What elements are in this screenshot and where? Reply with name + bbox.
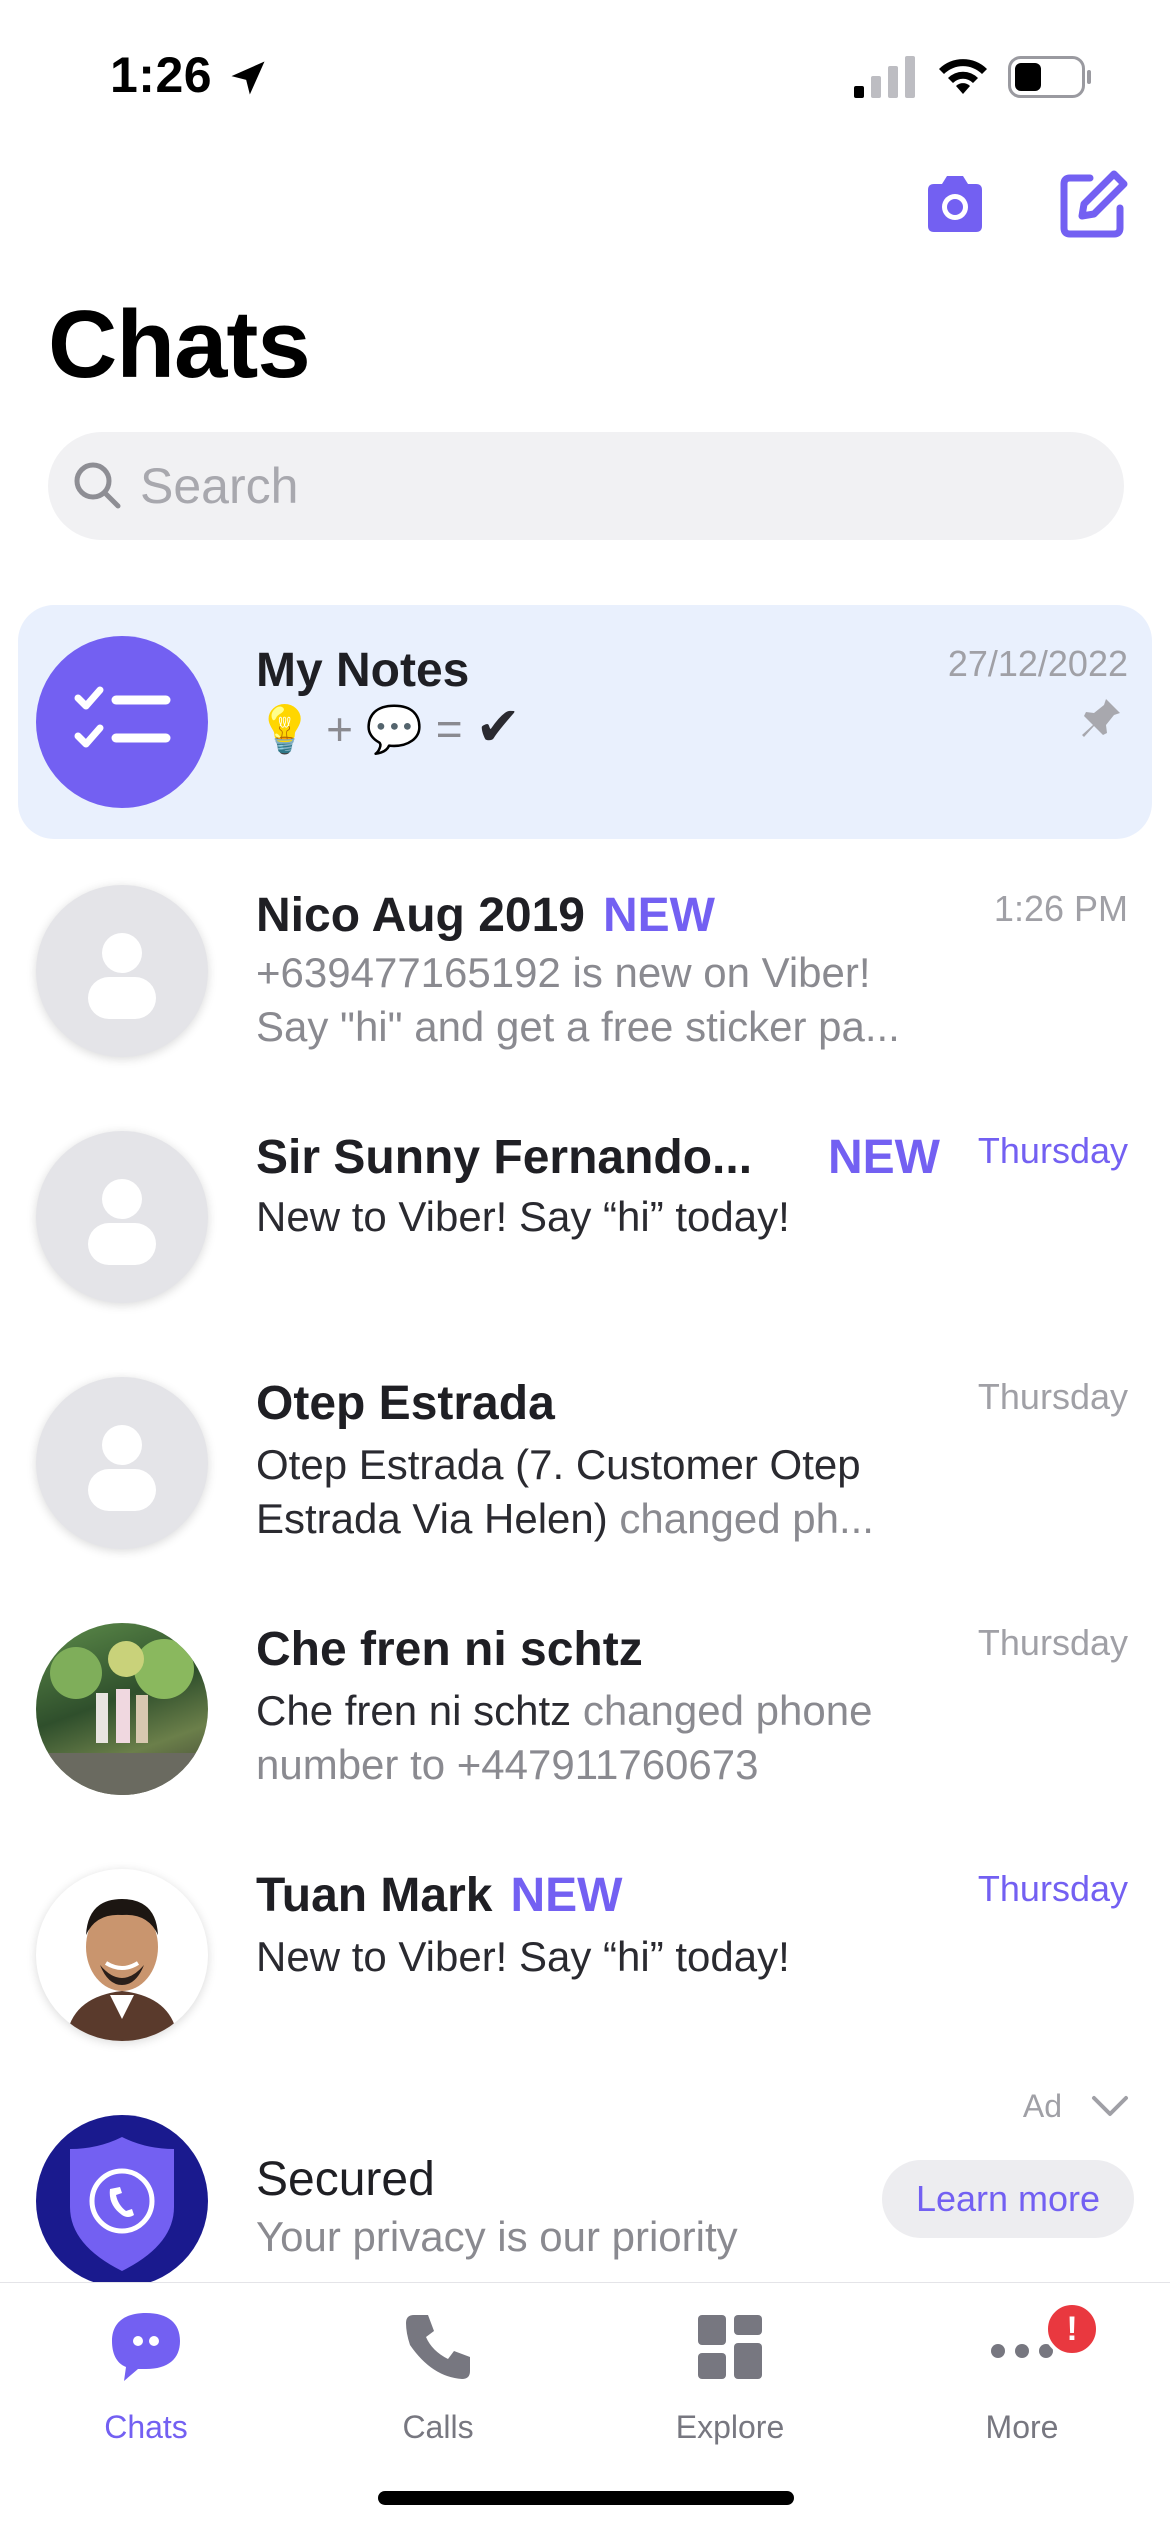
tab-bar: Chats Calls Explore ! More bbox=[0, 2282, 1170, 2532]
battery-icon bbox=[1008, 56, 1091, 98]
preview-actor: Che fren ni schtz bbox=[256, 1687, 572, 1734]
preview-line: Say "hi" and get a free sticker pa... bbox=[256, 1003, 900, 1050]
group-photo-image bbox=[36, 1639, 208, 1795]
preview-line: +639477165192 is new on Viber! bbox=[256, 949, 871, 996]
plus-sign: + bbox=[326, 703, 353, 755]
ad-title: Secured bbox=[256, 2153, 435, 2206]
contact-avatar bbox=[36, 885, 208, 1057]
my-notes-avatar bbox=[36, 636, 208, 808]
chat-preview: New to Viber! Say “hi” today! bbox=[256, 1193, 790, 1240]
status-bar: 1:26 bbox=[0, 0, 1170, 150]
status-time: 1:26 bbox=[110, 47, 213, 103]
chat-preview: 💡 + 💬 = ✔ bbox=[256, 695, 521, 758]
chat-row-my-notes[interactable]: My Notes 27/12/2022 💡 + 💬 = ✔ bbox=[18, 605, 1152, 839]
new-badge: NEW bbox=[828, 1131, 940, 1184]
chat-name: Otep Estrada bbox=[256, 1377, 555, 1430]
page-title: Chats bbox=[48, 291, 311, 398]
chat-time: Thursday bbox=[977, 1868, 1128, 1909]
equals-sign: = bbox=[435, 703, 463, 755]
chat-row[interactable]: Otep Estrada Thursday Otep Estrada (7. C… bbox=[18, 1342, 1152, 1576]
tab-label: Chats bbox=[104, 2409, 188, 2445]
chat-row[interactable]: Tuan Mark NEW Thursday New to Viber! Say … bbox=[18, 1834, 1152, 2068]
search-input[interactable] bbox=[140, 432, 1040, 540]
chat-name: My Notes bbox=[256, 644, 470, 697]
chat-time: 27/12/2022 bbox=[947, 643, 1128, 684]
compose-icon[interactable] bbox=[1056, 168, 1130, 242]
new-badge: NEW bbox=[603, 889, 715, 942]
location-arrow-icon bbox=[231, 61, 265, 95]
chat-name: Che fren ni schtz bbox=[256, 1623, 643, 1676]
chat-preview: Otep Estrada (7. Customer Otep Estrada V… bbox=[256, 1438, 956, 1546]
lightbulb-emoji: 💡 bbox=[256, 703, 314, 755]
chat-name: Nico Aug 2019 NEW bbox=[256, 888, 715, 943]
check-mark: ✔ bbox=[475, 697, 521, 757]
chat-name: Tuan Mark NEW bbox=[256, 1868, 622, 1923]
tab-chats[interactable]: Chats bbox=[46, 2301, 246, 2451]
preview-action: changed ph... bbox=[607, 1495, 874, 1542]
contact-photo-avatar bbox=[36, 1623, 208, 1795]
tab-explore[interactable]: Explore bbox=[630, 2301, 830, 2451]
shield-icon bbox=[70, 2137, 174, 2271]
person-placeholder-icon bbox=[88, 1179, 156, 1265]
tab-label: More bbox=[985, 2409, 1059, 2445]
ad-subtitle: Your privacy is our priority bbox=[256, 2213, 738, 2260]
search-icon bbox=[74, 462, 121, 509]
chat-bubble-icon bbox=[112, 2313, 180, 2381]
contact-avatar bbox=[36, 1131, 208, 1303]
contact-avatar bbox=[36, 1377, 208, 1549]
pin-icon bbox=[1082, 699, 1120, 737]
tab-label: Calls bbox=[402, 2409, 474, 2445]
person-placeholder-icon bbox=[88, 933, 156, 1019]
phone-icon bbox=[406, 2315, 470, 2379]
chat-preview: +639477165192 is new on Viber! Say "hi" … bbox=[256, 946, 996, 1054]
contact-photo-avatar bbox=[36, 1869, 208, 2041]
checklist-icon bbox=[74, 686, 171, 748]
chat-time: Thursday bbox=[977, 1376, 1128, 1417]
chat-preview: New to Viber! Say “hi” today! bbox=[256, 1933, 790, 1980]
chat-time: 1:26 PM bbox=[993, 888, 1128, 929]
tab-label: Explore bbox=[675, 2409, 785, 2445]
home-indicator[interactable] bbox=[378, 2491, 794, 2505]
learn-more-button[interactable]: Learn more bbox=[882, 2160, 1134, 2238]
search-bar[interactable] bbox=[48, 432, 1124, 540]
chat-row[interactable]: Che fren ni schtz Thursday Che fren ni s… bbox=[18, 1588, 1152, 1822]
tab-more[interactable]: ! More bbox=[922, 2301, 1122, 2451]
cellular-signal-icon bbox=[854, 56, 915, 98]
camera-icon[interactable] bbox=[918, 168, 992, 242]
person-placeholder-icon bbox=[88, 1425, 156, 1511]
chat-row[interactable]: Sir Sunny Fernando... NEW Thursday New t… bbox=[18, 1096, 1152, 1330]
chat-name: Sir Sunny Fernando... bbox=[256, 1131, 753, 1184]
new-badge: NEW bbox=[510, 1869, 623, 1922]
tab-calls[interactable]: Calls bbox=[338, 2301, 538, 2451]
chat-name-text: Nico Aug 2019 bbox=[256, 889, 585, 942]
chat-row[interactable]: Nico Aug 2019 NEW 1:26 PM +639477165192 i… bbox=[18, 850, 1152, 1084]
chat-name-text: Tuan Mark bbox=[256, 1869, 493, 1922]
notification-badge: ! bbox=[1044, 2301, 1100, 2357]
explore-grid-icon bbox=[698, 2315, 762, 2379]
speech-bubble-emoji: 💬 bbox=[365, 703, 423, 755]
chat-time: Thursday bbox=[977, 1130, 1128, 1171]
chat-preview: Che fren ni schtz changed phone number t… bbox=[256, 1684, 976, 1792]
portrait-photo-image bbox=[66, 1899, 178, 2041]
wifi-icon bbox=[939, 59, 987, 94]
ad-avatar bbox=[36, 2115, 208, 2287]
chat-time: Thursday bbox=[977, 1622, 1128, 1663]
